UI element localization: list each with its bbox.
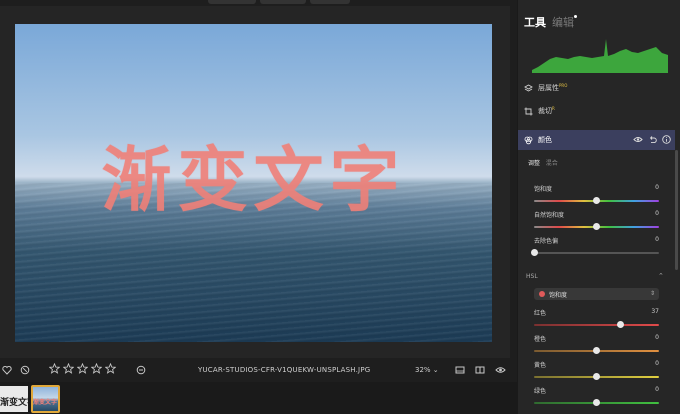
hsl-red-slider[interactable]: 红色 37 <box>534 308 659 328</box>
hsl-red-track[interactable] <box>534 321 659 328</box>
color-subtabs: 调整 混合 <box>528 158 558 167</box>
layers-icon <box>524 83 533 92</box>
subtab-adjust[interactable]: 调整 <box>528 160 540 167</box>
vibrance-knob[interactable] <box>593 223 600 230</box>
tab-edit[interactable]: 编辑 <box>552 16 574 29</box>
info-icon[interactable] <box>662 135 671 144</box>
hsl-channel-label: 饱和度 <box>549 291 568 299</box>
toolbar-button-middle[interactable] <box>260 0 306 4</box>
crop-row[interactable]: 裁切R <box>524 106 555 116</box>
hsl-green-track[interactable] <box>534 399 659 406</box>
hsl-yellow-value: 0 <box>655 360 659 367</box>
panel-tabs: 工具 编辑 <box>524 14 577 30</box>
vibrance-slider[interactable]: 自然饱和度 0 <box>534 210 659 230</box>
hsl-green-value: 0 <box>655 386 659 393</box>
thumbnail-2-selected[interactable]: 渐变文字 <box>31 385 60 413</box>
remove-cast-track[interactable] <box>530 249 659 256</box>
star-icon[interactable] <box>104 362 117 375</box>
crop-shortcut: R <box>552 106 555 111</box>
vibrance-track[interactable] <box>534 223 659 230</box>
hsl-red-label: 红色 <box>534 310 547 317</box>
saturation-track[interactable] <box>534 197 659 204</box>
hsl-orange-slider[interactable]: 橙色 0 <box>534 334 659 354</box>
hsl-red-value: 37 <box>651 308 659 315</box>
pro-badge: PRO <box>559 83 568 88</box>
red-swatch-icon <box>539 291 545 297</box>
filmstrip: 渐变文字 渐变文字 <box>0 382 517 414</box>
color-section-label: 颜色 <box>538 136 552 144</box>
remove-cast-value: 0 <box>655 236 659 243</box>
crop-icon <box>524 107 533 115</box>
hsl-green-knob[interactable] <box>593 399 600 406</box>
undo-icon[interactable] <box>648 135 657 144</box>
tab-tools[interactable]: 工具 <box>524 16 546 29</box>
hsl-green-label: 绿色 <box>534 388 547 395</box>
toolbar-button-left[interactable] <box>208 0 256 4</box>
hsl-green-slider[interactable]: 绿色 0 <box>534 386 659 406</box>
hsl-section-label[interactable]: HSL <box>526 273 538 280</box>
chevron-up-icon[interactable]: ⌃ <box>658 272 664 280</box>
photo-canvas[interactable]: 渐变文字 <box>0 6 510 358</box>
reject-icon[interactable] <box>18 363 32 377</box>
minus-circle-icon[interactable] <box>134 363 148 377</box>
vibrance-value: 0 <box>655 210 659 217</box>
star-icon[interactable] <box>62 362 75 375</box>
saturation-knob[interactable] <box>593 197 600 204</box>
remove-cast-slider[interactable]: 去除色偏 0 <box>530 236 659 256</box>
remove-cast-knob[interactable] <box>530 249 538 256</box>
hsl-orange-label: 橙色 <box>534 336 547 343</box>
saturation-value: 0 <box>655 184 659 191</box>
zoom-level[interactable]: 32% ⌄ <box>415 366 439 374</box>
hsl-yellow-label: 黄色 <box>534 362 547 369</box>
hsl-orange-knob[interactable] <box>593 347 600 354</box>
layer-properties-row[interactable]: 层属性PRO <box>524 83 567 93</box>
split-view-icon[interactable] <box>473 363 487 377</box>
hsl-orange-value: 0 <box>655 334 659 341</box>
eye-icon[interactable] <box>633 135 643 144</box>
hsl-red-knob[interactable] <box>616 321 624 328</box>
hsl-yellow-track[interactable] <box>534 373 659 380</box>
hsl-yellow-knob[interactable] <box>593 373 600 380</box>
star-icon[interactable] <box>48 362 61 375</box>
tab-edit-dot <box>574 15 577 18</box>
bottom-toolbar: YUCAR-STUDIOS-CFR-V1QUEKW-UNSPLASH.JPG 3… <box>0 358 517 382</box>
hsl-yellow-slider[interactable]: 黄色 0 <box>534 360 659 380</box>
hsl-channel-select[interactable]: 饱和度 ⇕ <box>534 288 659 300</box>
saturation-label: 饱和度 <box>534 186 553 193</box>
saturation-slider[interactable]: 饱和度 0 <box>534 184 659 204</box>
toolbar-button-right[interactable] <box>310 0 350 4</box>
thumbnail-2-text: 渐变文字 <box>33 399 58 406</box>
star-icon[interactable] <box>76 362 89 375</box>
overlay-text[interactable]: 渐变文字 <box>15 124 492 225</box>
star-icon[interactable] <box>90 362 103 375</box>
histogram <box>532 39 668 73</box>
heart-icon[interactable] <box>0 363 14 377</box>
color-circles-icon <box>524 136 533 144</box>
panel-scrollbar[interactable] <box>675 150 678 270</box>
right-panel: 工具 编辑 层属性PRO 裁切R 颜色 调整 混合 饱和度 0 自然饱和度 0 去除色… <box>517 0 680 414</box>
file-name: YUCAR-STUDIOS-CFR-V1QUEKW-UNSPLASH.JPG <box>198 366 371 374</box>
eye-icon[interactable] <box>493 363 507 377</box>
photo-image[interactable]: 渐变文字 <box>15 24 492 342</box>
thumbnail-1-text: 渐变文字 <box>0 398 28 408</box>
vibrance-label: 自然饱和度 <box>534 212 565 219</box>
color-section-header[interactable]: 颜色 <box>518 130 675 150</box>
hsl-orange-track[interactable] <box>534 347 659 354</box>
crop-label: 裁切 <box>538 107 552 115</box>
remove-cast-label: 去除色偏 <box>534 238 559 245</box>
rating-stars[interactable] <box>48 362 117 375</box>
subtab-mix[interactable]: 混合 <box>546 160 558 167</box>
thumbnail-1[interactable]: 渐变文字 <box>0 386 28 412</box>
layer-properties-label: 层属性 <box>538 84 559 92</box>
chevron-updown-icon: ⇕ <box>649 290 655 297</box>
compare-icon[interactable] <box>453 363 467 377</box>
